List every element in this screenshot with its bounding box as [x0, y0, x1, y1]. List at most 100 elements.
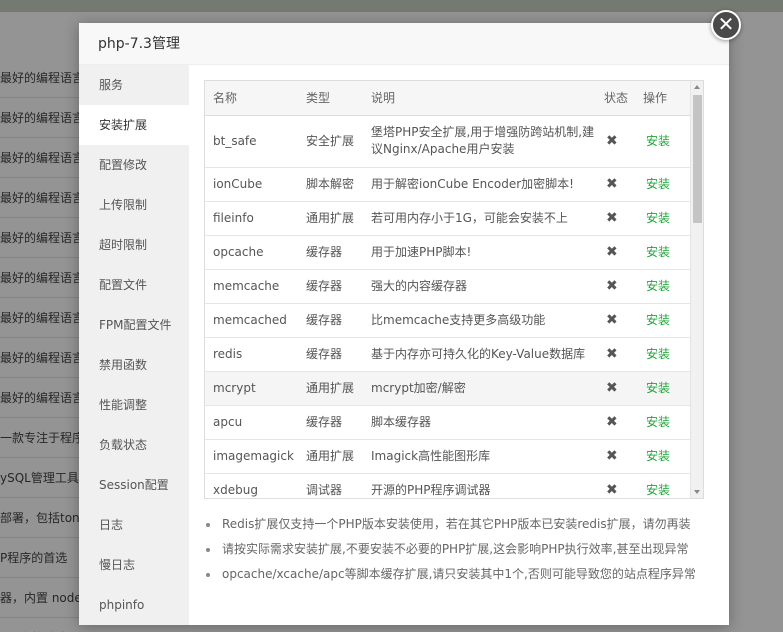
close-modal-button[interactable]: ✕ — [711, 10, 741, 40]
sidebar-item[interactable]: 性能调整 — [79, 385, 189, 425]
cell-name: apcu — [205, 405, 298, 440]
cell-description: 堡塔PHP安全扩展,用于增强防跨站机制,建议Nginx/Apache用户安装 — [363, 115, 596, 168]
install-link[interactable]: 安装 — [635, 371, 692, 406]
install-link[interactable]: 安装 — [635, 337, 692, 372]
install-link[interactable]: 安装 — [635, 201, 692, 236]
bullet-icon — [206, 523, 210, 527]
cell-description: 用于加速PHP脚本! — [363, 235, 596, 270]
sidebar-item[interactable]: 日志 — [79, 505, 189, 545]
tip-text: 请按实际需求安装扩展,不要安装不必要的PHP扩展,这会影响PHP执行效率,甚至出… — [222, 542, 689, 556]
install-link[interactable]: 安装 — [635, 439, 692, 474]
table-scrollbar[interactable] — [690, 81, 703, 498]
modal-sidebar: 服务 安装扩展 配置修改 上传限制 超时限制 配置文件 FPM配置文件 禁用函数 性能调整 负载状… — [79, 65, 189, 625]
cell-name: imagemagick — [205, 439, 298, 474]
status-x-icon: ✖ — [596, 473, 635, 498]
table-row: redis 缓存器 基于内存亦可持久化的Key-Value数据库 ✖ 安装 — [205, 337, 692, 372]
status-x-icon: ✖ — [596, 439, 635, 474]
tip-text: opcache/xcache/apc等脚本缓存扩展,请只安装其中1个,否则可能导… — [222, 567, 696, 581]
tip-item: 请按实际需求安装扩展,不要安装不必要的PHP扩展,这会影响PHP执行效率,甚至出… — [204, 537, 704, 562]
scrollbar-thumb[interactable] — [693, 95, 702, 223]
status-x-icon: ✖ — [596, 337, 635, 372]
sidebar-item[interactable]: 安装扩展 — [79, 105, 189, 145]
table-row: memcached 缓存器 比memcache支持更多高级功能 ✖ 安装 — [205, 303, 692, 338]
status-x-icon: ✖ — [596, 371, 635, 406]
extension-table: 名称 类型 说明 状态 操作 bt_safe 安全扩展 堡塔PHP安全扩展,用于增强… — [205, 81, 692, 498]
install-link[interactable]: 安装 — [635, 167, 692, 202]
close-icon: ✕ — [717, 12, 735, 36]
table-row: bt_safe 安全扩展 堡塔PHP安全扩展,用于增强防跨站机制,建议Nginx/A… — [205, 115, 692, 168]
php-manage-modal: php-7.3管理 服务 安装扩展 配置修改 上传限制 超时限制 配置文件 FPM配置文件禁… — [79, 23, 729, 625]
cell-name: mcrypt — [205, 371, 298, 406]
scroll-up-arrow-icon[interactable] — [694, 85, 700, 89]
sidebar-item[interactable]: FPM配置文件 — [79, 305, 189, 345]
cell-description: 脚本缓存器 — [363, 405, 596, 440]
cell-description: Imagick高性能图形库 — [363, 439, 596, 474]
cell-type: 安全扩展 — [298, 115, 363, 168]
sidebar-item[interactable]: 慢日志 — [79, 545, 189, 585]
cell-description: 基于内存亦可持久化的Key-Value数据库 — [363, 337, 596, 372]
cell-type: 缓存器 — [298, 405, 363, 440]
sidebar-item[interactable]: phpinfo — [79, 585, 189, 625]
status-x-icon: ✖ — [596, 303, 635, 338]
install-link[interactable]: 安装 — [635, 405, 692, 440]
sidebar-item[interactable]: 上传限制 — [79, 185, 189, 225]
cell-name: fileinfo — [205, 201, 298, 236]
install-link[interactable]: 安装 — [635, 269, 692, 304]
cell-description: mcrypt加密/解密 — [363, 371, 596, 406]
status-x-icon: ✖ — [596, 235, 635, 270]
table-row: xdebug 调试器 开源的PHP程序调试器 ✖ 安装 — [205, 473, 692, 498]
status-x-icon: ✖ — [596, 269, 635, 304]
cell-name: ionCube — [205, 167, 298, 202]
table-row: memcache 缓存器 强大的内容缓存器 ✖ 安装 — [205, 269, 692, 304]
install-link[interactable]: 安装 — [635, 235, 692, 270]
header-type: 类型 — [298, 81, 363, 116]
table-row: opcache 缓存器 用于加速PHP脚本! ✖ 安装 — [205, 235, 692, 270]
modal-title: php-7.3管理 — [79, 23, 729, 65]
sidebar-item[interactable]: 服务 — [79, 65, 189, 105]
header-description: 说明 — [363, 81, 596, 116]
bullet-icon — [206, 548, 210, 552]
table-row: fileinfo 通用扩展 若可用内存小于1G，可能会安装不上 ✖ 安装 — [205, 201, 692, 236]
sidebar-item[interactable]: Session配置 — [79, 465, 189, 505]
install-link[interactable]: 安装 — [635, 303, 692, 338]
cell-type: 缓存器 — [298, 269, 363, 304]
table-row: ionCube 脚本解密 用于解密ionCube Encoder加密脚本! ✖ 安装 — [205, 167, 692, 202]
cell-description: 若可用内存小于1G，可能会安装不上 — [363, 201, 596, 236]
table-row: imagemagick 通用扩展 Imagick高性能图形库 ✖ 安装 — [205, 439, 692, 474]
sidebar-item[interactable]: 超时限制 — [79, 225, 189, 265]
cell-type: 通用扩展 — [298, 439, 363, 474]
cell-type: 缓存器 — [298, 337, 363, 372]
sidebar-item[interactable]: 配置文件 — [79, 265, 189, 305]
install-link[interactable]: 安装 — [635, 115, 692, 168]
extension-panel: 名称 类型 说明 状态 操作 bt_safe 安全扩展 堡塔PHP安全扩展,用于增强… — [204, 80, 704, 581]
tip-item: opcache/xcache/apc等脚本缓存扩展,请只安装其中1个,否则可能导… — [204, 562, 704, 587]
scroll-down-arrow-icon[interactable] — [694, 490, 700, 494]
cell-type: 缓存器 — [298, 235, 363, 270]
header-status: 状态 — [596, 81, 635, 116]
cell-description: 比memcache支持更多高级功能 — [363, 303, 596, 338]
status-x-icon: ✖ — [596, 167, 635, 202]
sidebar-item[interactable]: 配置修改 — [79, 145, 189, 185]
cell-name: memcache — [205, 269, 298, 304]
cell-description: 开源的PHP程序调试器 — [363, 473, 596, 498]
table-row: apcu 缓存器 脚本缓存器 ✖ 安装 — [205, 405, 692, 440]
table-header-row: 名称 类型 说明 状态 操作 — [205, 81, 692, 116]
cell-type: 脚本解密 — [298, 167, 363, 202]
extension-table-container[interactable]: 名称 类型 说明 状态 操作 bt_safe 安全扩展 堡塔PHP安全扩展,用于增强… — [204, 80, 704, 499]
table-row: mcrypt 通用扩展 mcrypt加密/解密 ✖ 安装 — [205, 371, 692, 406]
status-x-icon: ✖ — [596, 201, 635, 236]
sidebar-item[interactable]: 禁用函数 — [79, 345, 189, 385]
install-link[interactable]: 安装 — [635, 473, 692, 498]
cell-description: 用于解密ionCube Encoder加密脚本! — [363, 167, 596, 202]
tip-text: Redis扩展仅支持一个PHP版本安装使用，若在其它PHP版本已安装redis扩… — [222, 517, 691, 531]
sidebar-item[interactable]: 负载状态 — [79, 425, 189, 465]
cell-name: redis — [205, 337, 298, 372]
status-x-icon: ✖ — [596, 405, 635, 440]
cell-type: 调试器 — [298, 473, 363, 498]
cell-name: bt_safe — [205, 115, 298, 168]
cell-type: 缓存器 — [298, 303, 363, 338]
header-action: 操作 — [635, 81, 692, 116]
status-x-icon: ✖ — [596, 115, 635, 168]
header-name: 名称 — [205, 81, 298, 116]
cell-type: 通用扩展 — [298, 371, 363, 406]
